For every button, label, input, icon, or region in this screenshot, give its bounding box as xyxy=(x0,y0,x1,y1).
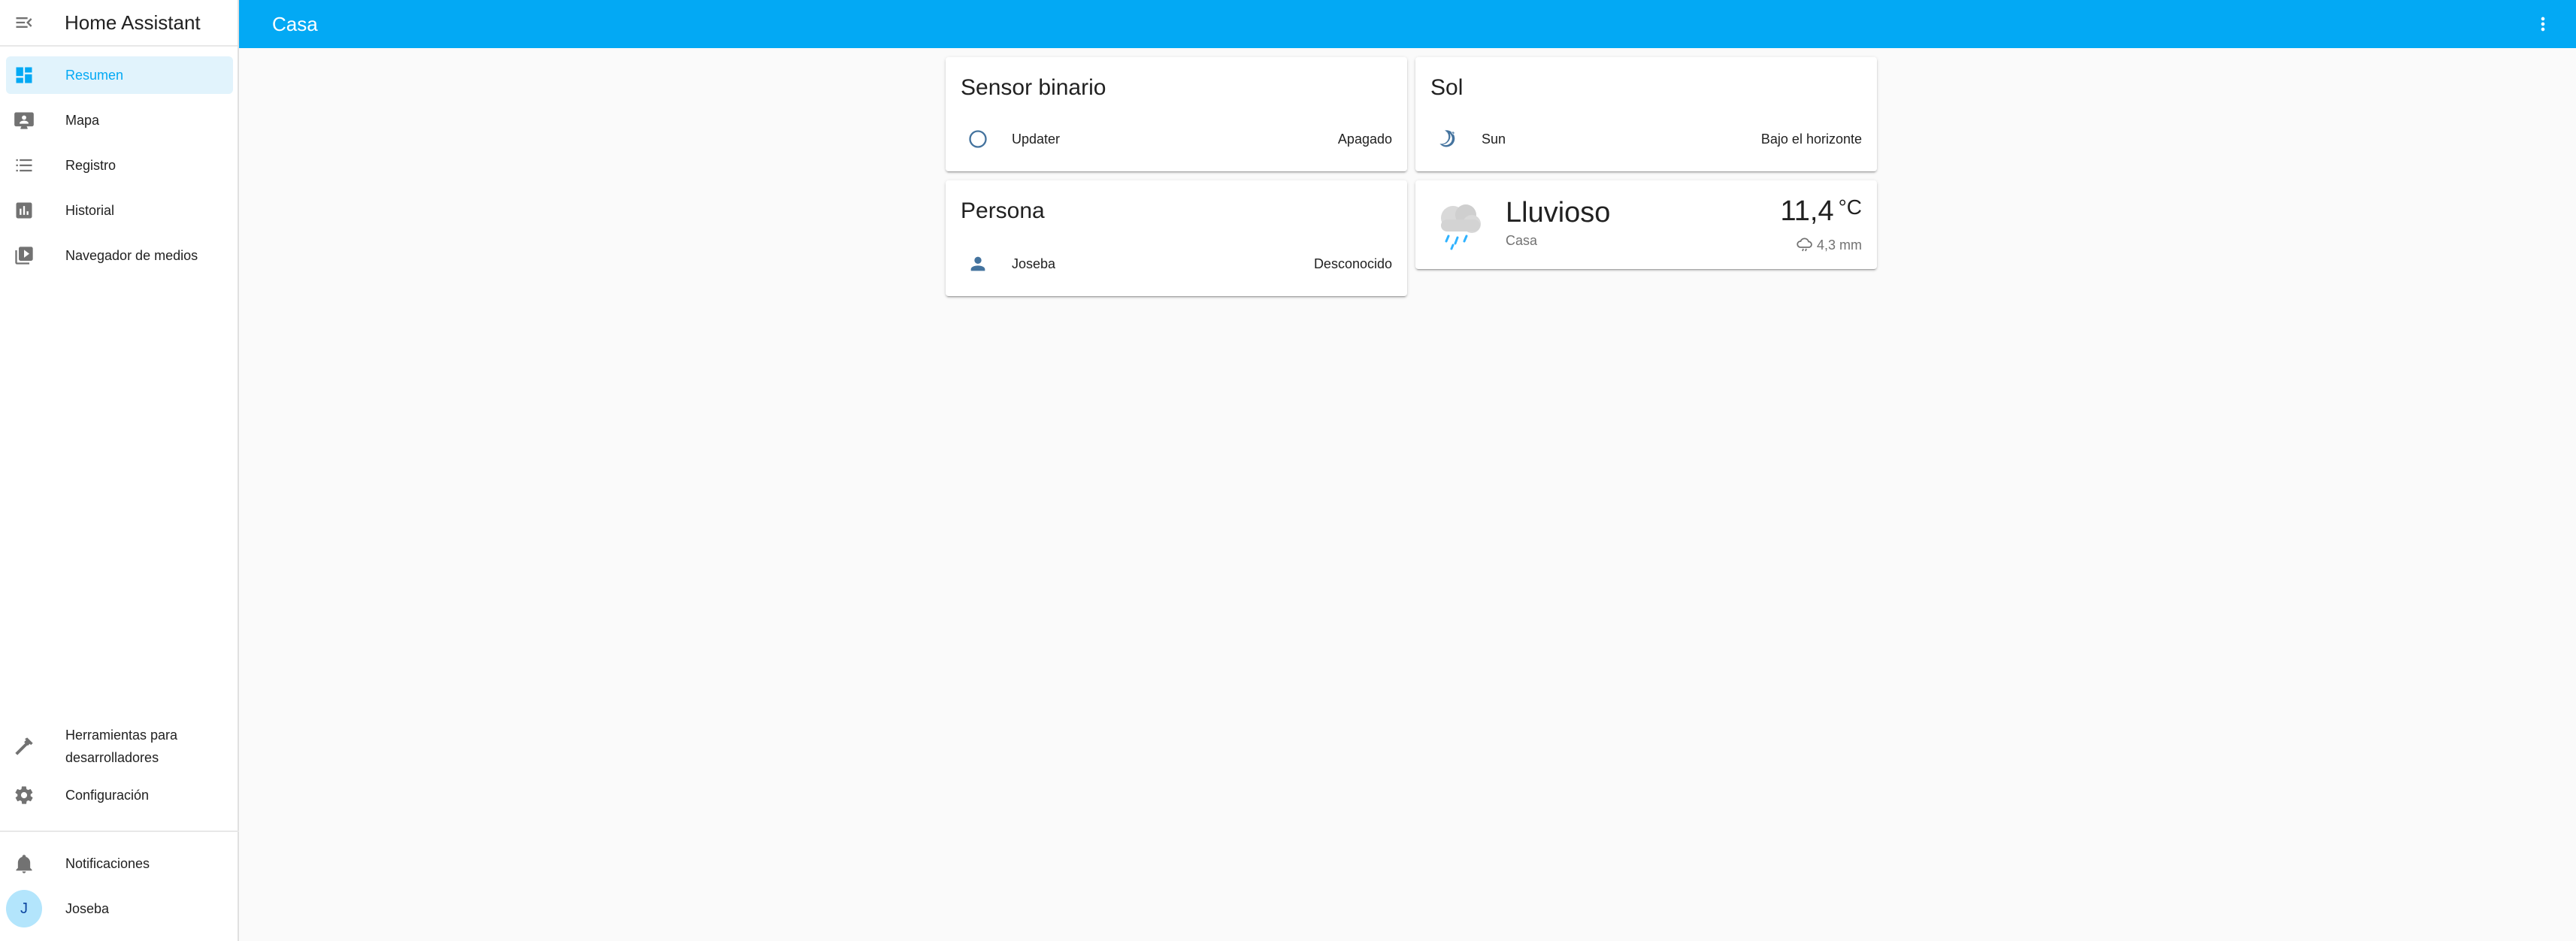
dashboard-icon xyxy=(16,67,32,83)
card-title: Sol xyxy=(1430,75,1464,100)
page-title: Casa xyxy=(272,12,318,35)
sidebar-item-notificaciones[interactable]: Notificaciones xyxy=(6,845,233,882)
menu-toggle-button[interactable] xyxy=(0,0,48,46)
rainy-cloud-icon xyxy=(1441,204,1481,250)
sidebar-divider xyxy=(0,831,239,832)
entity-name: Sun xyxy=(1482,131,1506,147)
sidebar-item-user[interactable]: J Joseba xyxy=(6,890,233,927)
card-title: Persona xyxy=(961,198,1045,223)
sidebar-item-label: Herramientas para desarrolladores xyxy=(65,728,178,765)
dots-vertical-icon xyxy=(2541,17,2545,32)
media-play-icon xyxy=(15,247,33,265)
moon-night-icon xyxy=(1439,130,1455,147)
sidebar-item-label: Joseba xyxy=(65,901,110,916)
sidebar-item-mapa[interactable]: Mapa xyxy=(6,101,233,139)
weather-precipitation: 4,3 mm xyxy=(1796,236,1862,254)
sidebar-item-label: Mapa xyxy=(65,113,100,128)
sidebar-item-resumen[interactable]: Resumen xyxy=(6,56,233,94)
gear-icon xyxy=(15,786,33,804)
entity-name: Updater xyxy=(1012,131,1061,147)
sidebar-item-developer-tools[interactable]: Herramientas para desarrolladores xyxy=(6,720,233,773)
sidebar-item-label: Resumen xyxy=(65,68,124,83)
card-sun: Sol Sun Bajo el horizonte xyxy=(1415,57,1877,171)
bell-icon xyxy=(16,855,32,873)
map-account-icon xyxy=(14,112,34,129)
entity-state: Bajo el horizonte xyxy=(1760,131,1862,147)
weather-rainy-icon xyxy=(1797,238,1812,252)
app-root: Home Assistant Resumen Mapa Registro His… xyxy=(0,0,2576,941)
person-icon xyxy=(970,256,985,271)
precipitation-value: 4,3 mm xyxy=(1816,237,1862,253)
entity-name: Joseba xyxy=(1012,256,1056,271)
weather-location: Casa xyxy=(1506,233,1538,248)
card-weather[interactable]: Lluvioso Casa 11,4 °C 4,3 mm xyxy=(1415,180,1877,269)
entity-row-sun[interactable]: Sun Bajo el horizonte xyxy=(1415,120,1877,158)
top-app-bar: Casa xyxy=(239,0,2576,48)
sidebar-item-registro[interactable]: Registro xyxy=(6,147,233,184)
chart-box-icon xyxy=(16,202,32,219)
entity-state: Desconocido xyxy=(1313,256,1392,271)
more-options-button[interactable] xyxy=(2528,9,2558,39)
sidebar-item-historial[interactable]: Historial xyxy=(6,192,233,229)
hammer-icon xyxy=(15,737,33,755)
sidebar: Home Assistant Resumen Mapa Registro His… xyxy=(0,0,239,941)
entity-state: Apagado xyxy=(1337,131,1392,147)
circle-outline-icon xyxy=(969,130,987,148)
app-title: Home Assistant xyxy=(65,11,201,34)
sidebar-header: Home Assistant xyxy=(0,0,238,47)
list-icon xyxy=(16,159,32,172)
sidebar-item-label: Navegador de medios xyxy=(65,248,198,263)
entity-row-joseba[interactable]: Joseba Desconocido xyxy=(946,245,1407,283)
temperature-unit: °C xyxy=(1838,195,1862,219)
card-person: Persona Joseba Desconocido xyxy=(946,180,1407,296)
sidebar-item-label: Notificaciones xyxy=(65,856,150,871)
avatar: J xyxy=(6,890,42,927)
weather-temperature: 11,4 °C xyxy=(1780,195,1862,228)
entity-row-updater[interactable]: Updater Apagado xyxy=(946,120,1407,158)
temperature-value: 11,4 xyxy=(1780,195,1834,227)
sidebar-item-label: Historial xyxy=(65,203,115,218)
weather-condition: Lluvioso xyxy=(1506,197,1611,228)
sidebar-item-label: Registro xyxy=(65,158,117,173)
card-title: Sensor binario xyxy=(961,75,1106,100)
weather-image xyxy=(1430,195,1489,254)
menu-collapse-icon xyxy=(16,17,32,28)
card-binary-sensor: Sensor binario Updater Apagado xyxy=(946,57,1407,171)
sidebar-item-navegador-de-medios[interactable]: Navegador de medios xyxy=(6,237,233,274)
sidebar-item-configuracion[interactable]: Configuración xyxy=(6,776,233,814)
sidebar-item-label: Configuración xyxy=(65,788,150,803)
